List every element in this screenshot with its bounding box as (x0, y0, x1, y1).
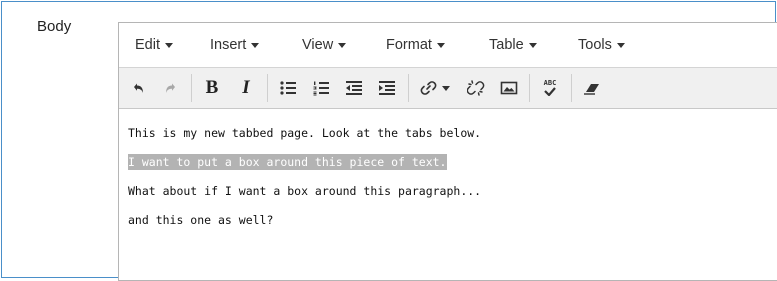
spellcheck-label: ABC (543, 79, 557, 87)
bullet-list-icon (280, 81, 296, 95)
numbered-list-icon (313, 81, 329, 96)
bullet-list-button[interactable] (273, 74, 303, 102)
selected-paragraph: I want to put a box around this piece of… (128, 154, 447, 170)
bold-icon: B (205, 77, 219, 98)
editor-toolbar: B I ABC (119, 68, 777, 109)
clear-format-button[interactable] (577, 74, 607, 102)
spellcheck-button[interactable]: ABC (535, 74, 565, 102)
menu-insert[interactable]: Insert (210, 37, 260, 53)
insert-image-button[interactable] (494, 74, 524, 102)
indent-icon (379, 81, 395, 95)
image-icon (500, 81, 518, 95)
menu-format[interactable]: Format (386, 37, 445, 53)
bold-button[interactable]: B (197, 74, 227, 102)
toolbar-divider (408, 74, 409, 102)
toolbar-divider (267, 74, 268, 102)
body-field-label: Body (37, 18, 72, 35)
menu-table[interactable]: Table (489, 37, 537, 53)
unlink-icon (467, 80, 485, 96)
italic-icon: I (242, 77, 250, 98)
eraser-icon (584, 84, 599, 95)
editor-menubar: Edit Insert View Format Table Tools (119, 23, 777, 68)
redo-icon (166, 83, 175, 93)
undo-button[interactable] (123, 74, 153, 102)
indent-button[interactable] (372, 74, 402, 102)
chevron-down-icon (442, 86, 450, 91)
paragraph: This is my new tabbed page. Look at the … (128, 126, 482, 140)
numbered-list-button[interactable] (306, 74, 336, 102)
menu-view[interactable]: View (302, 37, 347, 53)
toolbar-divider (571, 74, 572, 102)
menu-insert-label: Insert (210, 37, 247, 53)
menu-tools-label: Tools (578, 37, 612, 53)
menu-edit[interactable]: Edit (135, 37, 173, 53)
menu-format-label: Format (386, 37, 432, 53)
menu-table-label: Table (489, 37, 524, 53)
menu-edit-label: Edit (135, 37, 160, 53)
toolbar-divider (529, 74, 530, 102)
link-icon (420, 81, 437, 95)
spellcheck-icon: ABC (543, 80, 557, 96)
unlink-button[interactable] (461, 74, 491, 102)
chevron-down-icon (165, 43, 173, 48)
italic-button[interactable]: I (231, 74, 261, 102)
chevron-down-icon (528, 43, 537, 48)
editor-content[interactable]: This is my new tabbed page. Look at the … (128, 109, 777, 280)
outdent-button[interactable] (339, 74, 369, 102)
menu-view-label: View (302, 37, 334, 53)
outdent-icon (346, 81, 362, 95)
link-button[interactable] (414, 74, 456, 102)
redo-button[interactable] (156, 74, 186, 102)
toolbar-divider (191, 74, 192, 102)
rich-text-editor: Edit Insert View Format Table Tools B I … (118, 22, 777, 281)
text-selection: I want to put a box around this piece of… (128, 154, 447, 170)
chevron-down-icon (338, 43, 347, 48)
form-row: Body Edit Insert View Format Table Tools… (1, 1, 777, 281)
chevron-down-icon (251, 43, 260, 48)
undo-icon (134, 83, 143, 93)
paragraph: and this one as well? (128, 213, 274, 227)
chevron-down-icon (616, 43, 625, 48)
menu-tools[interactable]: Tools (578, 37, 625, 53)
paragraph: What about if I want a box around this p… (128, 184, 482, 198)
chevron-down-icon (436, 43, 445, 48)
